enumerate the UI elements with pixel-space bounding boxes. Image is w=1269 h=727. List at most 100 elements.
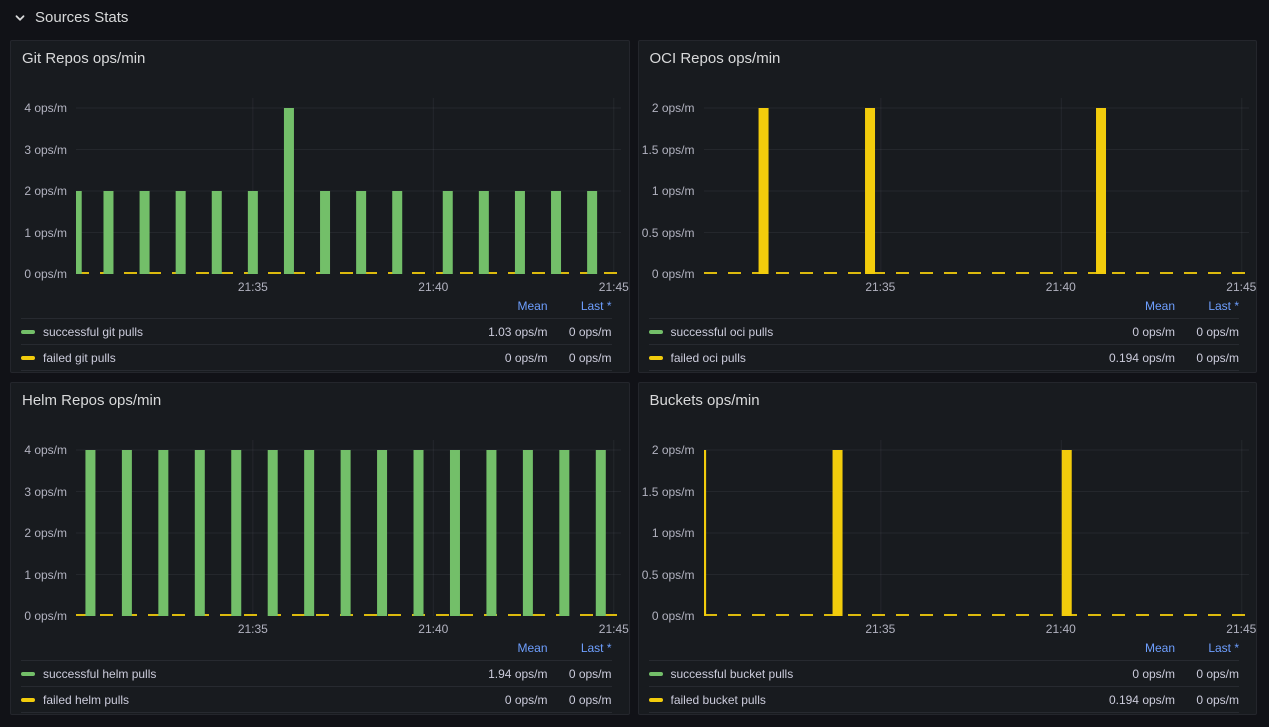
series-last-value: 0 ops/m bbox=[548, 667, 612, 681]
legend-row: successful helm pulls1.94 ops/m0 ops/m bbox=[21, 660, 612, 686]
x-tick-label: 21:45 bbox=[1226, 280, 1256, 294]
y-tick-label: 4 ops/m bbox=[11, 102, 67, 114]
series-label[interactable]: failed git pulls bbox=[43, 351, 458, 365]
y-tick-label: 2 ops/m bbox=[11, 527, 67, 539]
series-label[interactable]: failed oci pulls bbox=[671, 351, 1086, 365]
legend-col-mean[interactable]: Mean bbox=[458, 299, 548, 313]
x-tick-label: 21:40 bbox=[418, 280, 448, 294]
series-last-value: 0 ops/m bbox=[1175, 325, 1239, 339]
legend-col-last[interactable]: Last * bbox=[1175, 299, 1239, 313]
series-last-value: 0 ops/m bbox=[548, 325, 612, 339]
series-marker bbox=[21, 330, 35, 334]
y-tick-label: 3 ops/m bbox=[11, 486, 67, 498]
y-tick-label: 1 ops/m bbox=[639, 527, 695, 539]
series-marker bbox=[21, 698, 35, 702]
y-tick-label: 1 ops/m bbox=[11, 227, 67, 239]
plot-svg[interactable] bbox=[76, 440, 621, 616]
panel-git-repos-ops-min: Git Repos ops/min 0 ops/m1 ops/m2 ops/m3… bbox=[10, 40, 630, 373]
x-tick-label: 21:45 bbox=[599, 280, 629, 294]
series-last-value: 0 ops/m bbox=[1175, 351, 1239, 365]
series-mean-value: 0.194 ops/m bbox=[1085, 693, 1175, 707]
series-marker bbox=[649, 672, 663, 676]
y-tick-label: 2 ops/m bbox=[639, 102, 695, 114]
legend-col-mean[interactable]: Mean bbox=[1085, 299, 1175, 313]
section-title: Sources Stats bbox=[35, 9, 128, 26]
x-tick-label: 21:45 bbox=[599, 622, 629, 636]
legend-row: successful git pulls1.03 ops/m0 ops/m bbox=[21, 318, 612, 344]
x-tick-label: 21:40 bbox=[1046, 622, 1076, 636]
legend-row: failed git pulls0 ops/m0 ops/m bbox=[21, 344, 612, 371]
series-last-value: 0 ops/m bbox=[1175, 667, 1239, 681]
series-last-value: 0 ops/m bbox=[548, 693, 612, 707]
legend-row: successful bucket pulls0 ops/m0 ops/m bbox=[649, 660, 1240, 686]
series-mean-value: 0 ops/m bbox=[458, 351, 548, 365]
series-label[interactable]: failed helm pulls bbox=[43, 693, 458, 707]
panel-title[interactable]: OCI Repos ops/min bbox=[650, 50, 781, 67]
y-tick-label: 0 ops/m bbox=[11, 610, 67, 622]
series-marker bbox=[649, 330, 663, 334]
legend-row: successful oci pulls0 ops/m0 ops/m bbox=[649, 318, 1240, 344]
legend-col-last[interactable]: Last * bbox=[1175, 641, 1239, 655]
series-label[interactable]: successful helm pulls bbox=[43, 667, 458, 681]
series-mean-value: 1.03 ops/m bbox=[458, 325, 548, 339]
panel-buckets-ops-min: Buckets ops/min 0 ops/m0.5 ops/m1 ops/m1… bbox=[638, 382, 1258, 715]
x-tick-label: 21:45 bbox=[1226, 622, 1256, 636]
series-mean-value: 0 ops/m bbox=[458, 693, 548, 707]
legend-header: Mean Last * bbox=[21, 294, 612, 318]
y-tick-label: 1 ops/m bbox=[639, 185, 695, 197]
legend-header: Mean Last * bbox=[649, 294, 1240, 318]
series-label[interactable]: successful bucket pulls bbox=[671, 667, 1086, 681]
legend-header: Mean Last * bbox=[21, 636, 612, 660]
chevron-down-icon bbox=[13, 11, 27, 25]
legend: Mean Last * successful git pulls1.03 ops… bbox=[21, 294, 612, 371]
legend-row: failed oci pulls0.194 ops/m0 ops/m bbox=[649, 344, 1240, 371]
y-tick-label: 0 ops/m bbox=[639, 268, 695, 280]
y-tick-label: 4 ops/m bbox=[11, 444, 67, 456]
legend-col-mean[interactable]: Mean bbox=[1085, 641, 1175, 655]
panel-title[interactable]: Helm Repos ops/min bbox=[22, 392, 161, 409]
y-tick-label: 1 ops/m bbox=[11, 569, 67, 581]
y-tick-label: 1.5 ops/m bbox=[639, 144, 695, 156]
series-mean-value: 0.194 ops/m bbox=[1085, 351, 1175, 365]
legend: Mean Last * successful helm pulls1.94 op… bbox=[21, 636, 612, 713]
series-marker bbox=[21, 356, 35, 360]
series-marker bbox=[649, 356, 663, 360]
plot-svg[interactable] bbox=[704, 440, 1249, 616]
legend: Mean Last * successful bucket pulls0 ops… bbox=[649, 636, 1240, 713]
legend: Mean Last * successful oci pulls0 ops/m0… bbox=[649, 294, 1240, 371]
y-tick-label: 3 ops/m bbox=[11, 144, 67, 156]
panel-title[interactable]: Buckets ops/min bbox=[650, 392, 760, 409]
series-label[interactable]: failed bucket pulls bbox=[671, 693, 1086, 707]
series-last-value: 0 ops/m bbox=[1175, 693, 1239, 707]
series-label[interactable]: successful oci pulls bbox=[671, 325, 1086, 339]
series-last-value: 0 ops/m bbox=[548, 351, 612, 365]
x-tick-label: 21:35 bbox=[238, 622, 268, 636]
series-mean-value: 1.94 ops/m bbox=[458, 667, 548, 681]
plot-svg[interactable] bbox=[704, 98, 1249, 274]
legend-col-last[interactable]: Last * bbox=[548, 641, 612, 655]
y-tick-label: 0 ops/m bbox=[639, 610, 695, 622]
x-tick-label: 21:40 bbox=[1046, 280, 1076, 294]
x-tick-label: 21:35 bbox=[865, 280, 895, 294]
x-tick-label: 21:40 bbox=[418, 622, 448, 636]
legend-col-mean[interactable]: Mean bbox=[458, 641, 548, 655]
panel-helm-repos-ops-min: Helm Repos ops/min 0 ops/m 1 ops/m 2 ops/m… bbox=[10, 382, 630, 715]
y-tick-label: 2 ops/m bbox=[639, 444, 695, 456]
panel-oci-repos-ops-min: OCI Repos ops/min 0 ops/m0.5 ops/m1 ops/… bbox=[638, 40, 1258, 373]
series-marker bbox=[649, 698, 663, 702]
plot-svg[interactable] bbox=[76, 98, 621, 274]
series-mean-value: 0 ops/m bbox=[1085, 667, 1175, 681]
section-row-sources-stats[interactable]: Sources Stats bbox=[0, 0, 1269, 33]
y-tick-label: 0 ops/m bbox=[11, 268, 67, 280]
legend-row: failed helm pulls0 ops/m0 ops/m bbox=[21, 686, 612, 713]
x-tick-label: 21:35 bbox=[238, 280, 268, 294]
series-marker bbox=[21, 672, 35, 676]
panel-title[interactable]: Git Repos ops/min bbox=[22, 50, 145, 67]
panels-grid: Git Repos ops/min 0 ops/m 1 ops/m 2 ops/m 3… bbox=[0, 33, 1269, 715]
x-tick-label: 21:35 bbox=[865, 622, 895, 636]
series-label[interactable]: successful git pulls bbox=[43, 325, 458, 339]
y-tick-label: 0.5 ops/m bbox=[639, 569, 695, 581]
legend-row: failed bucket pulls0.194 ops/m0 ops/m bbox=[649, 686, 1240, 713]
legend-col-last[interactable]: Last * bbox=[548, 299, 612, 313]
legend-header: Mean Last * bbox=[649, 636, 1240, 660]
